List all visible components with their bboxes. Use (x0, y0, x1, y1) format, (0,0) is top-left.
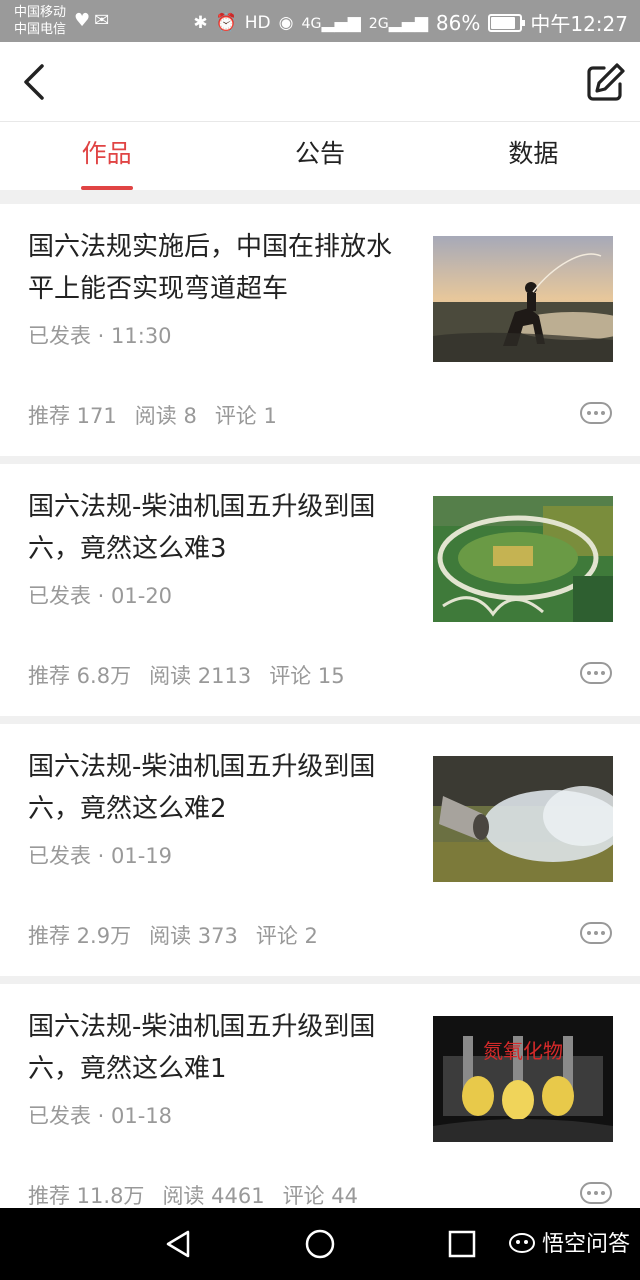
article-title[interactable]: 国六法规实施后，中国在排放水平上能否实现弯道超车 (28, 226, 408, 310)
tab-works[interactable]: 作品 (0, 122, 213, 190)
article-title[interactable]: 国六法规-柴油机国五升级到国六，竟然这么难1 (28, 1006, 408, 1090)
wukong-logo-icon (508, 1233, 535, 1253)
carrier-2: 中国电信 (14, 22, 67, 37)
article-stats: 推荐 171 阅读 8 评论 1 (28, 400, 277, 430)
read-count: 阅读 373 (149, 924, 238, 948)
read-count: 阅读 8 (134, 404, 197, 428)
back-button[interactable] (14, 60, 58, 104)
article-publish-time: 已发表 · 01-20 (28, 584, 173, 608)
watermark: 悟空问答 (508, 1226, 630, 1258)
bluetooth-icon: ✱ (193, 12, 208, 33)
tab-works-label: 作品 (81, 139, 132, 168)
article-publish-time: 已发表 · 01-18 (28, 1104, 173, 1128)
home-circle-icon[interactable] (304, 1228, 336, 1260)
nav-header (0, 42, 640, 122)
heart-icon: ♥ (74, 10, 95, 31)
notification-icons: ♥✉ (74, 10, 113, 31)
more-options-button[interactable] (580, 922, 612, 944)
comment-count[interactable]: 评论 2 (256, 920, 318, 950)
tab-bar: 作品 公告 数据 (0, 122, 640, 190)
recommend-count: 推荐 2.9万 (28, 924, 132, 948)
article-stats: 推荐 6.8万 阅读 2113 评论 15 (28, 660, 345, 690)
article-thumbnail[interactable] (433, 496, 613, 622)
more-options-button[interactable] (580, 402, 612, 424)
tab-announcements-label: 公告 (294, 139, 345, 168)
article-thumbnail[interactable] (433, 236, 613, 362)
back-triangle-icon[interactable] (162, 1228, 194, 1260)
tab-data-label: 数据 (508, 139, 559, 168)
article-card[interactable]: 国六法规-柴油机国五升级到国六，竟然这么难3 已发表 · 01-20 推荐 6.… (0, 464, 640, 716)
cowboy-on-horse-image (433, 236, 613, 362)
edit-button[interactable] (584, 60, 628, 104)
carrier-info: 中国移动 中国电信 (14, 4, 66, 38)
battery-icon (488, 13, 526, 32)
hd-icon: HD (244, 12, 271, 33)
engine-pistons-image: 氮氧化物 (433, 1016, 613, 1142)
article-publish-time: 已发表 · 11:30 (28, 324, 172, 348)
battery-fill (491, 16, 516, 29)
comment-count[interactable]: 评论 15 (269, 660, 344, 690)
recommend-count: 推荐 11.8万 (28, 1184, 145, 1208)
article-card[interactable]: 国六法规实施后，中国在排放水平上能否实现弯道超车 已发表 · 11:30 推荐 … (0, 204, 640, 456)
article-card[interactable]: 国六法规-柴油机国五升级到国六，竟然这么难1 已发表 · 01-18 推荐 11… (0, 984, 640, 1236)
signal-4g-icon: 4G▂▄▆ (301, 12, 361, 33)
article-stats: 推荐 11.8万 阅读 4461 评论 44 (28, 1180, 358, 1210)
tab-data[interactable]: 数据 (427, 122, 640, 190)
more-options-button[interactable] (580, 662, 612, 684)
alarm-icon: ⏰ (215, 12, 237, 33)
battery-percent: 86% (435, 10, 481, 35)
chevron-left-icon (24, 64, 44, 100)
watermark-text: 悟空问答 (541, 1232, 630, 1257)
article-card[interactable]: 国六法规-柴油机国五升级到国六，竟然这么难2 已发表 · 01-19 推荐 2.… (0, 724, 640, 976)
tab-announcements[interactable]: 公告 (213, 122, 426, 190)
read-count: 阅读 4461 (162, 1184, 265, 1208)
system-nav-bar: 悟空问答 (0, 1208, 640, 1280)
thumb-caption: 氮氧化物 (483, 1039, 563, 1063)
recommend-count: 推荐 171 (28, 404, 117, 428)
eye-icon: ◉ (278, 12, 294, 33)
tab-active-indicator (80, 186, 133, 190)
article-title[interactable]: 国六法规-柴油机国五升级到国六，竟然这么难2 (28, 746, 408, 830)
exhaust-pipe-smoke-image (433, 756, 613, 882)
read-count: 阅读 2113 (149, 664, 252, 688)
more-options-button[interactable] (580, 1182, 612, 1204)
comment-count[interactable]: 评论 1 (215, 400, 277, 430)
recents-square-icon[interactable] (446, 1228, 478, 1260)
wechat-icon: ✉ (94, 10, 114, 31)
article-thumbnail[interactable]: 氮氧化物 (433, 1016, 613, 1142)
article-title[interactable]: 国六法规-柴油机国五升级到国六，竟然这么难3 (28, 486, 408, 570)
status-icons: ✱ ⏰ HD ◉ 4G▂▄▆ 2G▂▄▆ 86% 中午12:27 (193, 8, 628, 37)
carrier-1: 中国移动 (14, 5, 67, 20)
article-stats: 推荐 2.9万 阅读 373 评论 2 (28, 920, 318, 950)
edit-icon (587, 63, 625, 101)
recommend-count: 推荐 6.8万 (28, 664, 132, 688)
article-thumbnail[interactable] (433, 756, 613, 882)
status-bar: 中国移动 中国电信 ♥✉ ✱ ⏰ HD ◉ 4G▂▄▆ 2G▂▄▆ 86% 中午… (0, 0, 640, 42)
article-publish-time: 已发表 · 01-19 (28, 844, 173, 868)
comment-count[interactable]: 评论 44 (283, 1180, 358, 1210)
test-track-aerial-image (433, 496, 613, 622)
clock: 中午12:27 (530, 12, 628, 36)
signal-2g-icon: 2G▂▄▆ (368, 12, 428, 33)
